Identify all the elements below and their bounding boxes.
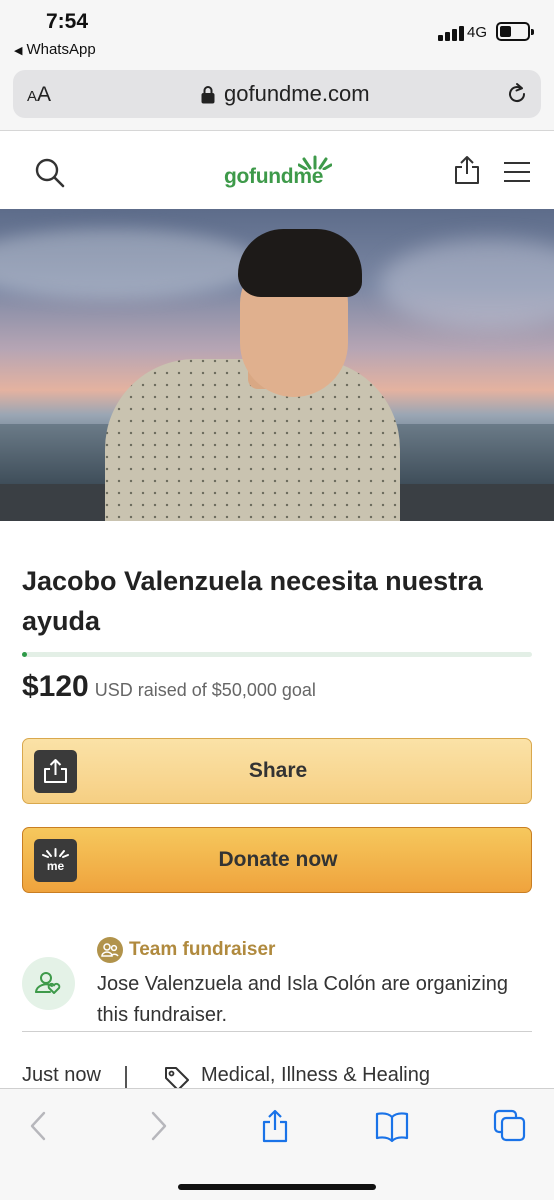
donate-button-label: Donate now (218, 848, 338, 871)
progress-bar (22, 652, 532, 657)
meta-separator (125, 1066, 127, 1088)
home-indicator (178, 1184, 376, 1190)
network-type: 4G (467, 24, 488, 41)
share-button[interactable]: Share (22, 738, 532, 804)
raised-goal-text: USD raised of $50,000 goal (94, 680, 316, 700)
share-button-label: Share (248, 759, 308, 782)
raised-summary: $120 USD raised of $50,000 goal (22, 670, 316, 704)
cellular-signal-icon (438, 24, 464, 41)
status-bar: 7:54 ◀ WhatsApp 4G (0, 0, 554, 66)
tabs-icon[interactable] (493, 1109, 527, 1143)
back-to-app-link[interactable]: ◀ WhatsApp (14, 41, 96, 58)
browser-toolbar (0, 1088, 554, 1200)
campaign-title: Jacobo Valenzuela necesita nuestra ayuda (22, 566, 483, 636)
lock-icon (201, 85, 215, 103)
back-triangle-icon: ◀ (14, 45, 23, 57)
forward-icon[interactable] (141, 1109, 175, 1143)
address-bar[interactable]: AA gofundme.com (13, 70, 541, 118)
back-icon[interactable] (22, 1109, 56, 1143)
gofundme-logo[interactable]: gofundme (224, 154, 334, 190)
raised-amount: $120 (22, 670, 89, 703)
divider (22, 1031, 532, 1032)
team-icon (97, 937, 123, 963)
url-text: gofundme.com (224, 81, 370, 106)
campaign-hero-image (0, 209, 554, 521)
text-size-button[interactable]: AA (27, 83, 51, 107)
progress-fill (22, 652, 27, 657)
status-time: 7:54 (46, 10, 89, 33)
organizer-icon (22, 957, 75, 1010)
menu-icon[interactable] (504, 162, 530, 182)
browser-address-area: AA gofundme.com (0, 66, 554, 131)
category-link[interactable]: Medical, Illness & Healing (201, 1064, 430, 1087)
created-time: Just now (22, 1064, 101, 1086)
share-icon[interactable] (453, 155, 481, 185)
organizers-text: Jose Valenzuela and Isla Colón are organ… (97, 973, 509, 1026)
logo-text: gofundme (224, 165, 324, 188)
share-icon[interactable] (258, 1109, 292, 1143)
team-fundraiser-label: Team fundraiser (129, 939, 276, 960)
reload-icon[interactable] (505, 82, 529, 106)
search-icon[interactable] (34, 157, 66, 189)
battery-icon (496, 22, 534, 41)
bookmarks-icon[interactable] (375, 1109, 409, 1143)
donate-now-button[interactable]: me Donate now (22, 827, 532, 893)
back-app-label: WhatsApp (26, 41, 96, 58)
site-header: gofundme (0, 132, 554, 209)
team-fundraiser-row: Team fundraiser (97, 937, 275, 963)
